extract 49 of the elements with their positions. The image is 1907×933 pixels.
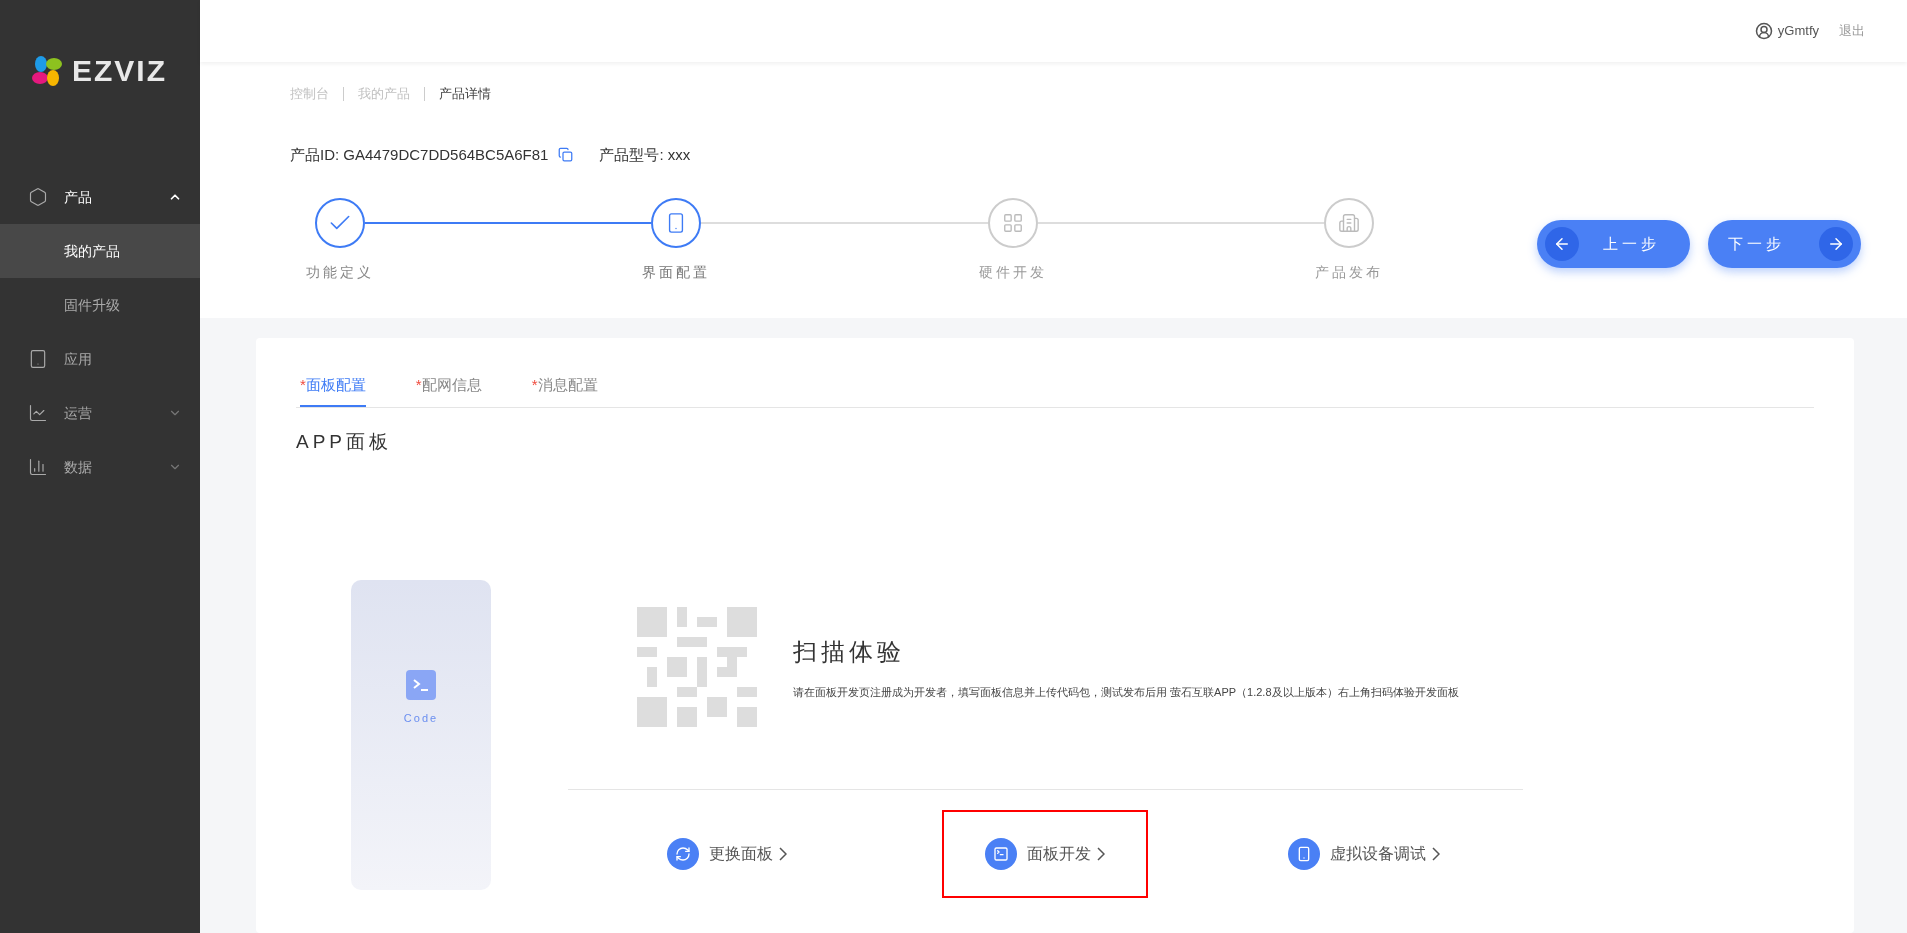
sidebar-item-icon xyxy=(28,349,48,369)
tab[interactable]: *消息配置 xyxy=(531,374,598,407)
scan-description: 请在面板开发页注册成为开发者，填写面板信息并上传代码包，测试发布后用 萤石互联APP（1.2.8及以上版本）右上角扫码体验开发面板 xyxy=(793,684,1459,700)
sidebar-item-icon xyxy=(28,457,48,477)
step-label: 界面配置 xyxy=(642,263,711,282)
step-label: 功能定义 xyxy=(306,263,374,282)
sidebar-item[interactable]: 应用 xyxy=(0,332,200,386)
qr-code-icon xyxy=(637,607,757,727)
sidebar-item-label: 应用 xyxy=(64,349,92,369)
product-id: 产品ID: GA4479DC7DD564BC5A6F81 xyxy=(290,144,549,165)
action-icon xyxy=(675,846,692,862)
chevron-right-icon xyxy=(779,847,788,861)
code-icon xyxy=(406,670,436,700)
code-caption: Code xyxy=(403,711,439,726)
action-link[interactable]: 面板开发 xyxy=(942,810,1149,898)
step-icon xyxy=(1001,212,1024,234)
sidebar-item-icon xyxy=(28,403,48,423)
tab[interactable]: *配网信息 xyxy=(415,374,482,407)
sidebar-subitem[interactable]: 我的产品 xyxy=(0,224,200,278)
sidebar-item[interactable]: 运营 xyxy=(0,386,200,440)
step-icon xyxy=(1338,212,1360,234)
scan-title: 扫描体验 xyxy=(793,636,906,667)
user-avatar-icon xyxy=(1754,22,1773,40)
username[interactable]: yGmtfy xyxy=(1777,21,1819,41)
section-title: APP面板 xyxy=(296,429,394,454)
step-label: 硬件开发 xyxy=(978,263,1047,282)
step-label: 产品发布 xyxy=(1315,263,1383,282)
sidebar-item-icon xyxy=(28,187,48,207)
tab[interactable]: *面板配置 xyxy=(300,374,366,407)
logo-icon xyxy=(30,53,64,88)
product-model: 产品型号: xxx xyxy=(599,144,691,165)
copy-icon[interactable] xyxy=(558,147,574,163)
previous-step-button[interactable]: 上一步 xyxy=(1537,220,1690,268)
logout-link[interactable]: 退出 xyxy=(1839,21,1865,41)
logo-text: EZVIZ xyxy=(72,53,167,89)
next-step-button[interactable]: 下一步 xyxy=(1708,220,1861,268)
sidebar-subitem[interactable]: 固件升级 xyxy=(0,278,200,332)
chevron-right-icon xyxy=(1097,847,1106,861)
chevron-right-icon xyxy=(1431,847,1440,861)
sidebar-item-label: 产品 xyxy=(64,187,92,207)
sidebar-item-label: 数据 xyxy=(64,457,92,477)
sidebar-item[interactable]: 数据 xyxy=(0,440,200,494)
arrow-right-icon xyxy=(1827,235,1845,253)
sidebar-item-label: 运营 xyxy=(64,403,92,423)
breadcrumb-item: 产品详情 xyxy=(439,85,491,103)
action-link[interactable]: 虚拟设备调试 xyxy=(1260,810,1467,898)
sidebar-item[interactable]: 产品 xyxy=(0,170,200,224)
action-link[interactable]: 更换面板 xyxy=(624,810,831,898)
action-icon xyxy=(993,846,1010,862)
